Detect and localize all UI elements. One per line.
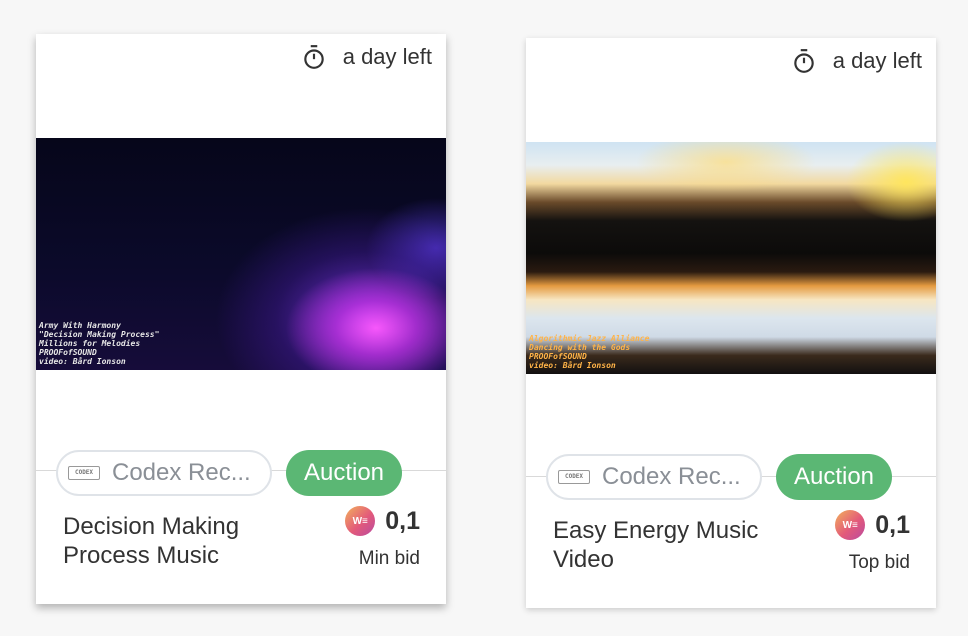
media-credits: Algorithmic Jazz Alliance Dancing with t… xyxy=(529,334,650,370)
collection-chip[interactable]: CODEX Codex Rec... xyxy=(56,450,272,496)
stopwatch-icon xyxy=(793,49,814,73)
collection-name: Codex Rec... xyxy=(602,463,741,490)
currency-icon: W≡ xyxy=(835,510,866,540)
stopwatch-icon xyxy=(303,45,324,69)
price-value: 0,1 xyxy=(875,510,910,539)
price-row: W≡ 0,1 xyxy=(345,506,420,536)
card-title[interactable]: Decision Making Process Music xyxy=(63,512,283,570)
media-preview[interactable]: Algorithmic Jazz Alliance Dancing with t… xyxy=(526,142,936,374)
time-left-text: a day left xyxy=(342,44,432,69)
codex-logo-icon: CODEX xyxy=(68,466,100,480)
price-label: Top bid xyxy=(848,552,910,573)
price-label: Min bid xyxy=(358,548,420,569)
auction-badge[interactable]: Auction xyxy=(286,450,402,496)
codex-logo-icon: CODEX xyxy=(558,470,590,484)
collection-name: Codex Rec... xyxy=(112,459,251,486)
price-row: W≡ 0,1 xyxy=(835,510,910,540)
auction-badge[interactable]: Auction xyxy=(776,454,892,500)
media-credits: Army With Harmony "Decision Making Proce… xyxy=(39,321,160,366)
price-value: 0,1 xyxy=(385,506,420,535)
media-preview[interactable]: Army With Harmony "Decision Making Proce… xyxy=(36,138,446,370)
countdown: a day left xyxy=(301,44,432,70)
nft-card[interactable]: a day left Army With Harmony "Decision M… xyxy=(36,34,446,604)
currency-icon: W≡ xyxy=(345,506,376,536)
collection-chip[interactable]: CODEX Codex Rec... xyxy=(546,454,762,500)
countdown: a day left xyxy=(791,48,922,74)
nft-card[interactable]: a day left Algorithmic Jazz Alliance Dan… xyxy=(526,38,936,608)
time-left-text: a day left xyxy=(832,48,922,73)
card-title[interactable]: Easy Energy Music Video xyxy=(553,516,773,574)
